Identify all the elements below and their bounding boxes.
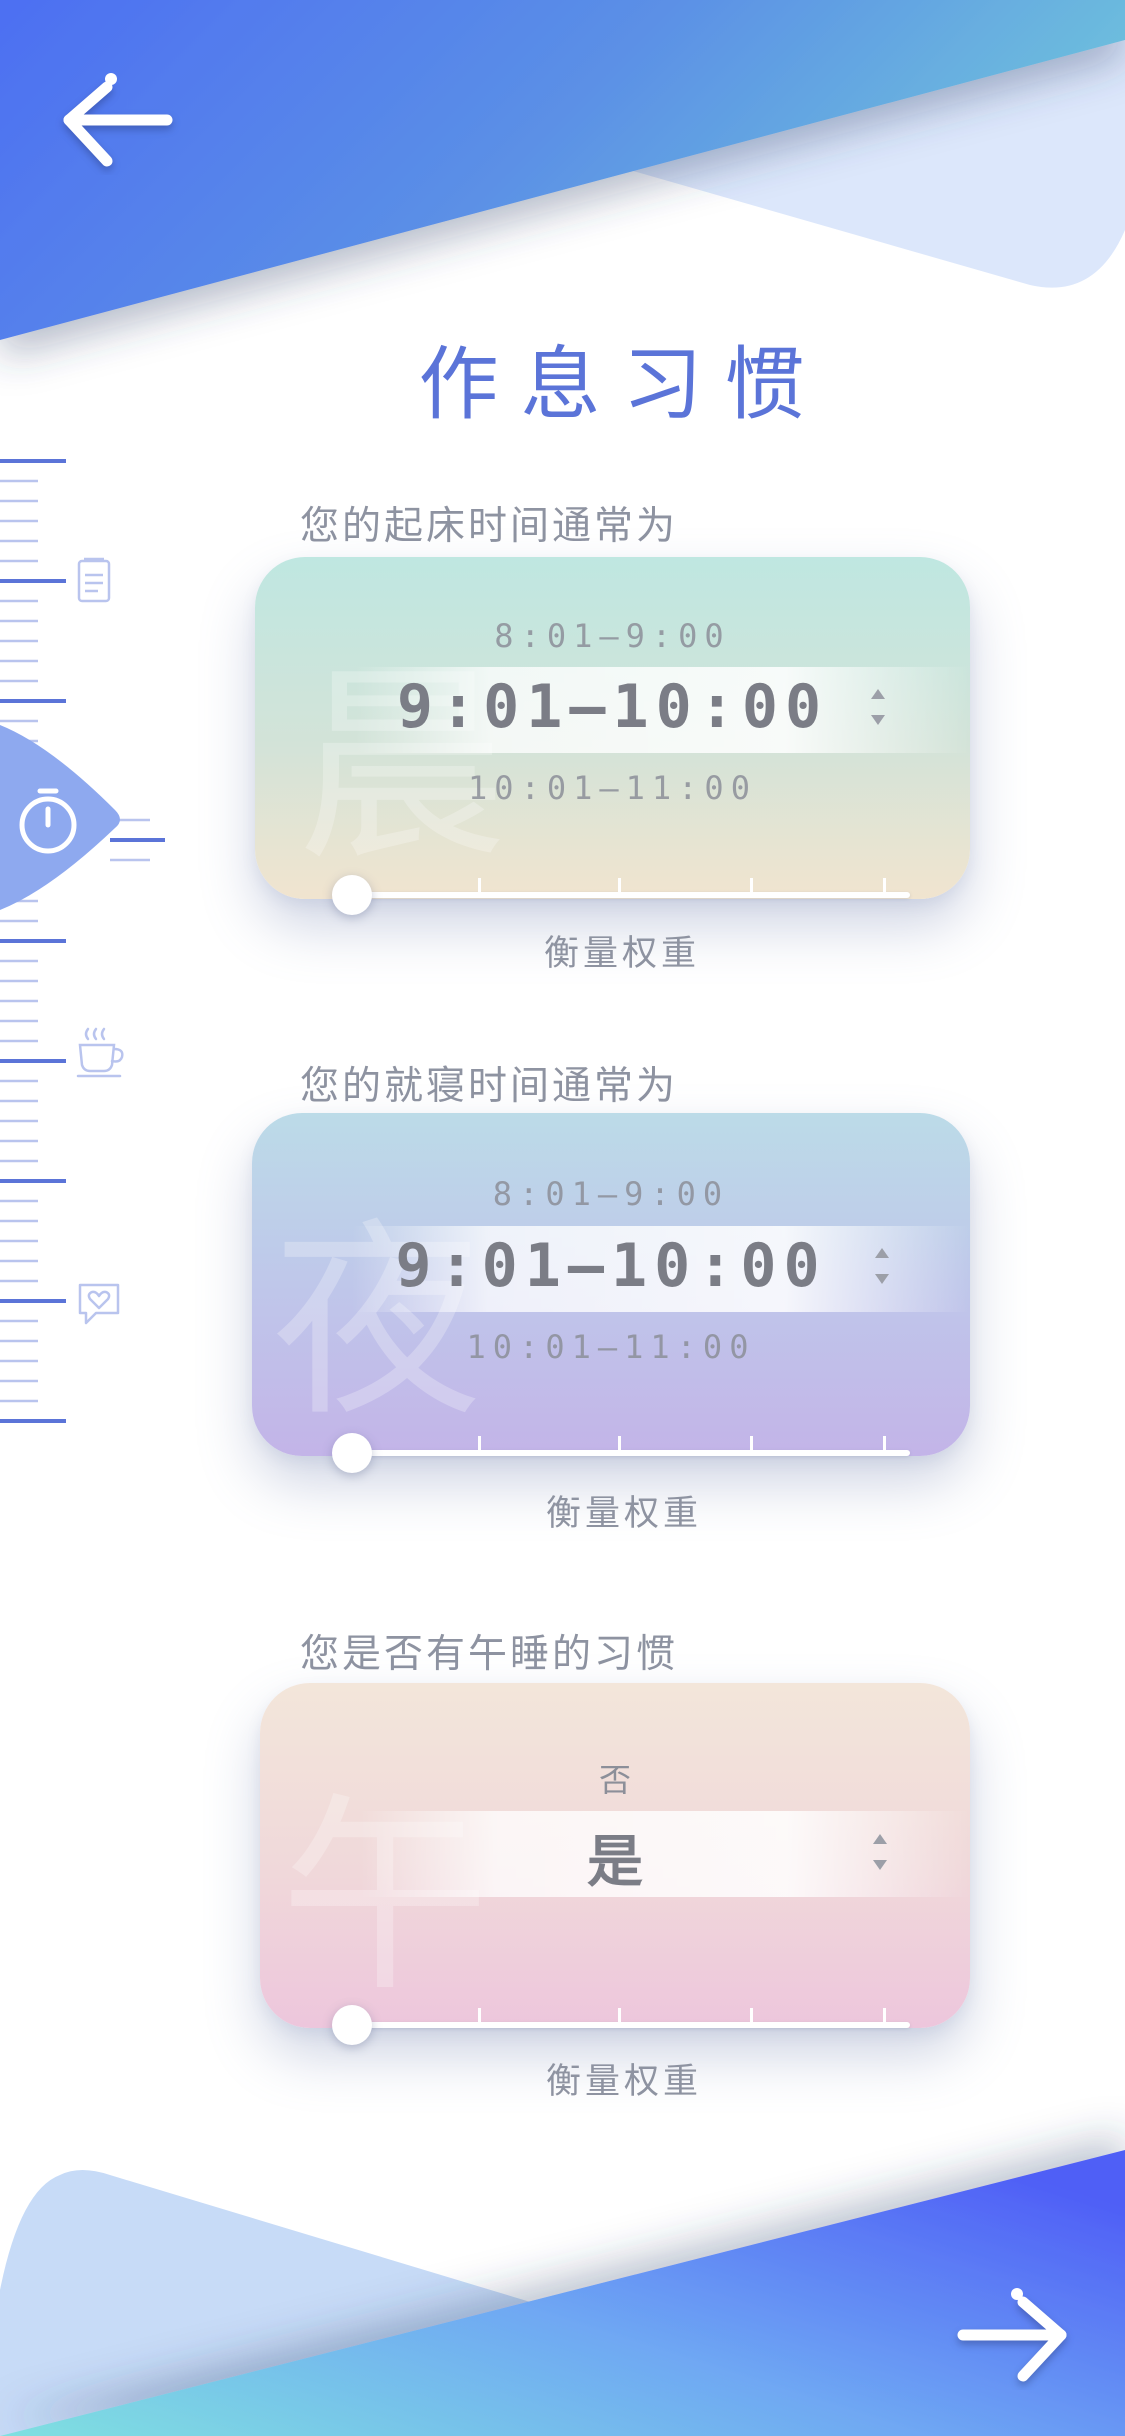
- coffee-cup-icon[interactable]: [74, 1025, 130, 1080]
- picker-option[interactable]: 10:01—11:00: [255, 769, 970, 807]
- arrow-right-icon: [957, 2288, 1067, 2382]
- slider-thumb[interactable]: [332, 1433, 372, 1473]
- picker-option[interactable]: 8:01—9:00: [255, 617, 970, 655]
- back-button[interactable]: [55, 65, 185, 175]
- picker-option[interactable]: 10:01—11:00: [252, 1328, 970, 1366]
- slider-thumb[interactable]: [332, 875, 372, 915]
- weight-label: 衡量权重: [545, 1494, 702, 1534]
- slider-thumb[interactable]: [332, 2005, 372, 2045]
- heart-chat-icon[interactable]: [74, 1279, 124, 1329]
- page-title: 作息习惯: [418, 338, 827, 431]
- stopwatch-icon[interactable]: [0, 725, 120, 910]
- picker-option[interactable]: 8:01—9:00: [252, 1175, 970, 1213]
- picker-selected-option[interactable]: 是: [260, 1817, 970, 1898]
- weight-slider[interactable]: [330, 870, 910, 920]
- arrow-left-icon: [63, 73, 173, 167]
- question-label: 您的起床时间通常为: [300, 504, 679, 549]
- spinner-arrows-icon[interactable]: [872, 1244, 892, 1294]
- spinner-arrows-icon[interactable]: [868, 685, 888, 735]
- next-button[interactable]: [945, 2280, 1075, 2390]
- weight-slider[interactable]: [330, 2000, 910, 2050]
- spinner-arrows-icon[interactable]: [870, 1830, 890, 1880]
- picker-selected-option[interactable]: 9:01—10:00: [255, 672, 970, 742]
- weight-slider[interactable]: [330, 1428, 910, 1478]
- question-label: 您是否有午睡的习惯: [300, 1632, 679, 1677]
- nap-habit-picker-card[interactable]: 午 否 是: [260, 1683, 970, 2028]
- bedtime-picker-card[interactable]: 夜 8:01—9:00 9:01—10:00 10:01—11:00: [252, 1113, 970, 1456]
- wake-time-picker-card[interactable]: 晨 8:01—9:00 9:01—10:00 10:01—11:00: [255, 557, 970, 899]
- notepad-icon[interactable]: [74, 555, 114, 605]
- question-label: 您的就寝时间通常为: [300, 1064, 679, 1109]
- picker-selected-option[interactable]: 9:01—10:00: [252, 1231, 970, 1301]
- picker-option[interactable]: 否: [260, 1755, 970, 1801]
- weight-label: 衡量权重: [543, 934, 700, 974]
- progress-ruler: [0, 455, 175, 1425]
- weight-label: 衡量权重: [545, 2062, 702, 2102]
